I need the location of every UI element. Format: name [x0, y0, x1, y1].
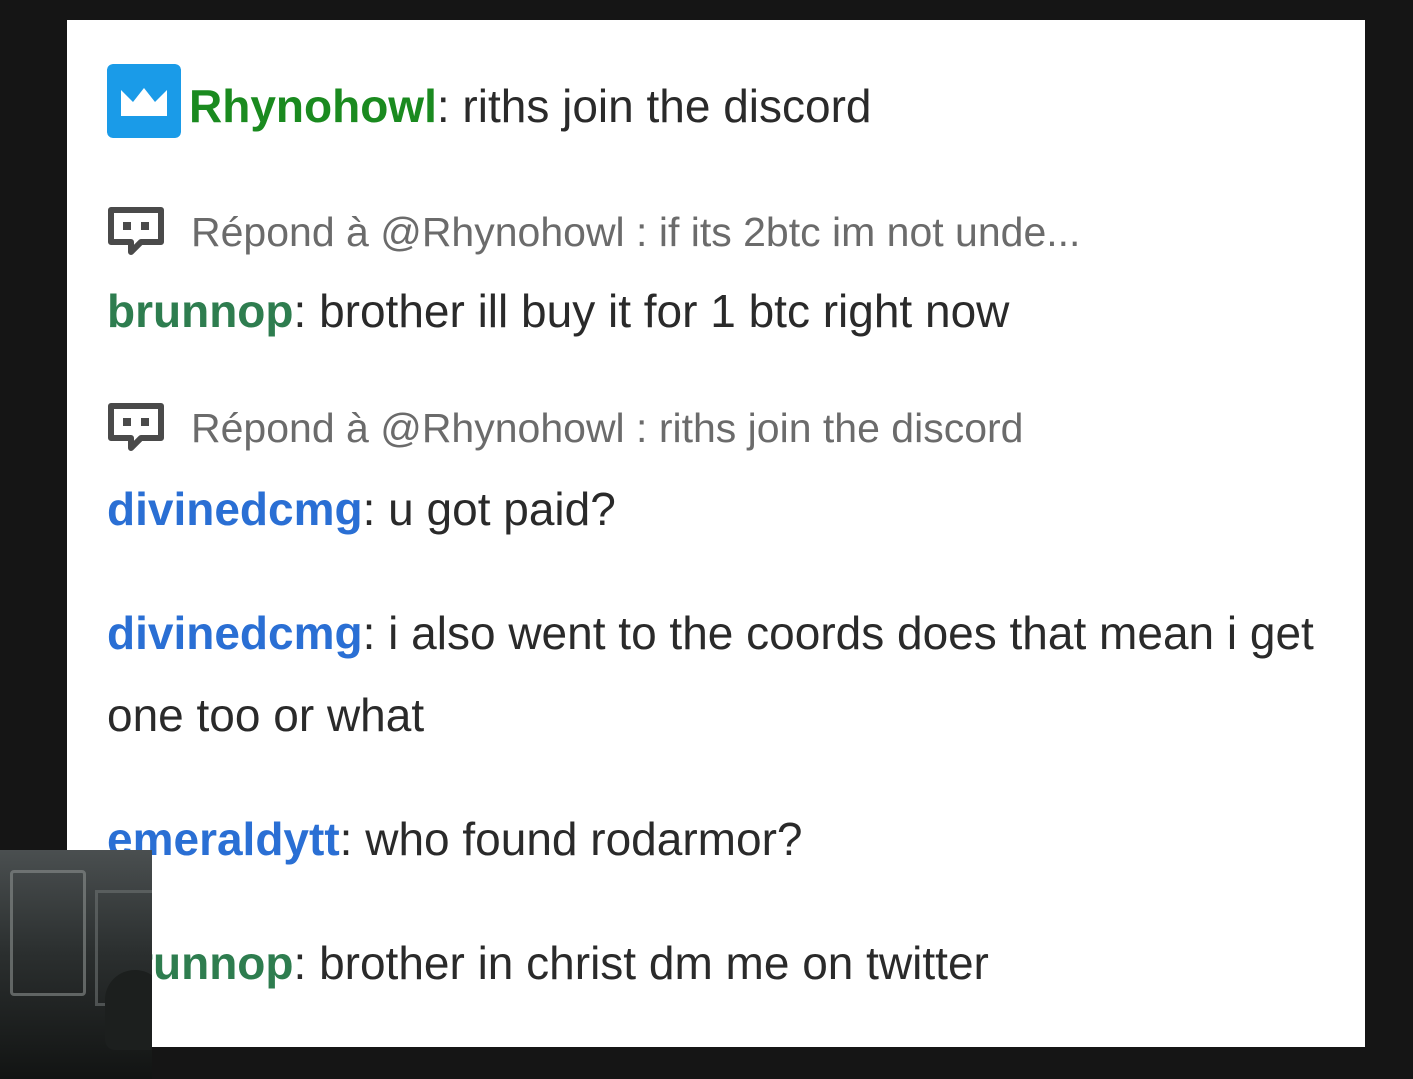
reply-speech-bubble-icon — [108, 403, 164, 451]
reply-context[interactable]: Répond à @Rhynohowl : if its 2btc im not… — [107, 202, 1335, 262]
reply-speech-bubble-icon — [108, 207, 164, 255]
chat-username[interactable]: divinedcmg — [107, 483, 363, 535]
chat-text: brother ill buy it for 1 btc right now — [319, 285, 1010, 337]
chat-separator: : — [293, 937, 320, 989]
chat-separator: : — [293, 285, 320, 337]
chat-separator: : — [362, 483, 389, 535]
chat-text: riths join the discord — [462, 80, 872, 132]
chat-message: brunnop: brother in christ dm me on twit… — [107, 922, 1335, 1004]
chat-separator: : — [436, 80, 463, 132]
chat-separator: : — [362, 607, 389, 659]
webcam-person-silhouette — [105, 970, 152, 1050]
chat-text: who found rodarmor? — [365, 813, 803, 865]
reply-text: Répond à @Rhynohowl : if its 2btc im not… — [191, 209, 1081, 255]
chat-message: divinedcmg: u got paid? — [107, 468, 1335, 550]
chat-text: brother in christ dm me on twitter — [319, 937, 989, 989]
chat-message: divinedcmg: i also went to the coords do… — [107, 592, 1329, 756]
chat-username[interactable]: divinedcmg — [107, 607, 363, 659]
chat-text: u got paid? — [388, 483, 616, 535]
webcam-overlay — [0, 850, 152, 1079]
chat-separator: : — [339, 813, 366, 865]
webcam-background-frame — [10, 870, 86, 996]
chat-message: brunnop: brother ill buy it for 1 btc ri… — [107, 270, 1335, 352]
crown-badge-icon — [107, 64, 181, 138]
chat-message: Rhynohowl: riths join the discord — [107, 64, 1335, 147]
chat-message: emeraldytt: who found rodarmor? — [107, 798, 1335, 880]
chat-panel: Rhynohowl: riths join the discord Répond… — [67, 20, 1365, 1047]
stream-screen: Rhynohowl: riths join the discord Répond… — [0, 0, 1413, 1079]
chat-username[interactable]: Rhynohowl — [189, 80, 437, 132]
reply-text: Répond à @Rhynohowl : riths join the dis… — [191, 405, 1024, 451]
reply-context[interactable]: Répond à @Rhynohowl : riths join the dis… — [107, 398, 1335, 458]
chat-username[interactable]: brunnop — [107, 285, 294, 337]
